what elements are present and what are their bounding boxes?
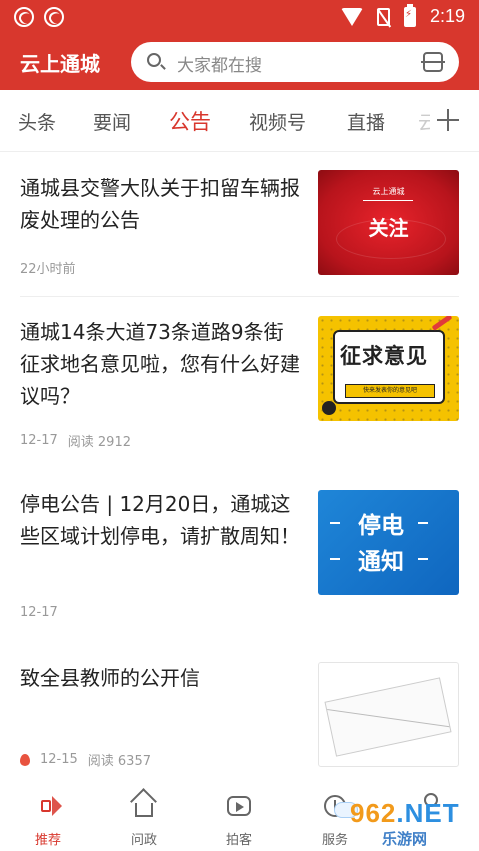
item-meta: 12-17 阅读 2912 [20,431,131,450]
divider [20,296,459,297]
thumbnail-dash [330,522,340,524]
watermark-number: 962.NET [350,798,460,828]
item-date: 22小时前 [20,262,76,277]
item-title: 致全县教师的公开信 [20,666,200,690]
app-header: 云上通城 大家都在搜 [0,34,479,90]
watermark-text: 乐游网 [382,830,428,848]
item-title: 通城14条大道73条道路9条街征求地名意见啦，您有什么好建议吗？ [20,320,300,408]
app-screen: 2:19 云上通城 大家都在搜 头条 要闻 公告 视频号 直播 云 通城县交警大… [0,0,479,851]
tab-news[interactable]: 要闻 [93,108,131,135]
item-date: 12-15 [40,752,78,767]
thumbnail-caption: 云上通城 [372,187,405,196]
item-reads: 阅读 2912 [67,435,131,450]
speaker-icon [41,796,62,816]
tab-live[interactable]: 直播 [347,108,385,135]
item-thumbnail [318,662,459,767]
search-bar[interactable]: 大家都在搜 [131,42,459,82]
item-title: 通城县交警大队关于扣留车辆报废处理的公告 [20,176,300,232]
bomb-icon [322,401,336,415]
nav-label: 拍客 [225,833,252,848]
app-title: 云上通城 [20,52,100,76]
list-item[interactable]: 通城14条大道73条道路9条街征求地名意见啦，您有什么好建议吗？ 12-17 阅… [0,316,479,456]
thumbnail-dash [418,522,428,524]
plus-icon[interactable] [437,109,459,131]
item-date: 12-17 [20,605,58,620]
app-notification-icon [44,7,64,27]
app-notification-icon [14,7,34,27]
battery-charging-icon [403,3,416,27]
clock-time: 2:19 [429,6,465,26]
site-watermark: 962.NET 乐游网 [330,798,475,848]
thumbnail-text: 征求意见 [340,344,428,368]
thumbnail-text: 关注 [368,216,409,240]
thumbnail-subtext: 快来发表你的意见吧 [345,384,435,398]
item-thumbnail: 云上通城 关注 [318,170,459,275]
envelope-icon [324,677,452,757]
category-tabs: 头条 要闻 公告 视频号 直播 云 [0,90,479,152]
tab-announcements[interactable]: 公告 [169,106,211,136]
camera-icon [227,796,251,816]
search-icon [147,53,161,67]
item-meta: 12-17 [20,605,58,620]
item-title: 停电公告 | 12月20日，通城这些区域计划停电，请扩散周知！ [20,492,300,548]
search-placeholder: 大家都在搜 [177,56,262,76]
thumbnail-card: 征求意见 快来发表你的意见吧 [333,330,445,404]
tab-headlines[interactable]: 头条 [18,108,56,135]
thumbnail-divider [363,200,413,201]
item-reads: 阅读 6357 [87,754,151,769]
status-bar: 2:19 [0,0,479,34]
system-icons: 2:19 [340,3,465,27]
wifi-icon [340,7,363,26]
list-item[interactable]: 停电公告 | 12月20日，通城这些区域计划停电，请扩散周知！ 12-17 停电… [0,488,479,620]
scan-icon[interactable] [421,52,445,72]
list-item[interactable]: 通城县交警大队关于扣留车辆报废处理的公告 22小时前 云上通城 关注 [0,170,479,290]
item-thumbnail: 停电 通知 [318,490,459,595]
item-date: 12-17 [20,433,58,448]
thumbnail-text-line1: 停电 [358,513,404,539]
nav-recommend[interactable]: 推荐 [13,783,83,851]
nav-label: 推荐 [34,833,61,848]
nav-reporter[interactable]: 拍客 [204,783,274,851]
fire-icon [20,753,30,766]
no-sim-icon [376,7,390,26]
tab-overflow: 云 [418,112,430,134]
nav-inquiry[interactable]: 问政 [109,783,179,851]
item-thumbnail: 征求意见 快来发表你的意见吧 [318,316,459,421]
thumbnail-dash [330,558,340,560]
house-icon [135,803,153,817]
thumbnail-dash [418,558,428,560]
nav-label: 问政 [130,833,157,848]
item-meta: 22小时前 [20,258,76,277]
item-meta: 12-15 阅读 6357 [20,750,151,769]
notification-icons [14,7,64,27]
tab-video[interactable]: 视频号 [249,108,306,135]
thumbnail-text-line2: 通知 [358,549,404,575]
list-item[interactable]: 致全县教师的公开信 12-15 阅读 6357 [0,662,479,772]
